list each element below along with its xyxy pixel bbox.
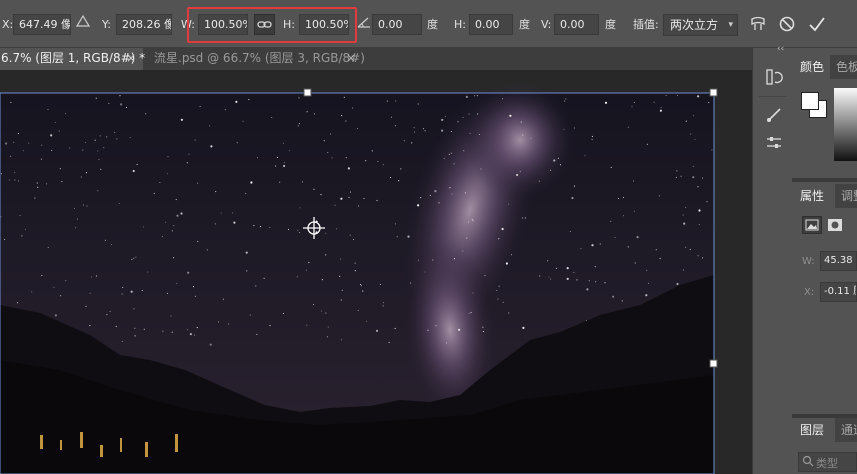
night-sky-image — [0, 80, 718, 474]
vertical-skew-input[interactable]: 0.00 — [554, 14, 599, 35]
vskew-label: V: — [541, 18, 552, 31]
layers-panel: 图层 通道 类型 — [792, 418, 857, 474]
x-position-input[interactable]: 647.49 像素 — [13, 14, 71, 35]
tab-document-2[interactable]: 流星.psd @ 66.7% (图层 3, RGB/8#) × — [143, 48, 365, 70]
brush-icon[interactable] — [765, 106, 783, 127]
interpolation-select[interactable]: 两次立方 ▾ — [663, 14, 738, 36]
angle-icon — [357, 15, 371, 35]
canvas-area[interactable] — [0, 70, 752, 474]
tab-layers[interactable]: 图层 — [792, 418, 830, 442]
props-width-input[interactable]: 45.38 厘米 — [820, 251, 857, 271]
image-icon[interactable] — [802, 216, 822, 234]
chevron-down-icon: ▾ — [728, 20, 733, 30]
tab-channels[interactable]: 通道 — [835, 418, 857, 442]
tab-swatches[interactable]: 色板 — [830, 55, 857, 79]
props-x-input[interactable]: -0.11 厘米 — [820, 282, 857, 302]
color-picker-field[interactable] — [834, 88, 857, 161]
hskew-label: H: — [454, 18, 466, 31]
foreground-swatch[interactable] — [801, 92, 819, 110]
tab-layers-label: 图层 — [800, 423, 825, 437]
layer-filter-input[interactable]: 类型 — [798, 452, 857, 472]
close-icon[interactable]: × — [126, 48, 136, 69]
x-label: X: — [2, 18, 14, 31]
color-panel: 颜色 色板 — [792, 48, 857, 178]
properties-panel: 属性 调整 W: 45.38 厘米 X: -0.11 厘米 — [792, 182, 857, 414]
interpolation-value: 两次立方 — [670, 18, 719, 32]
warp-icon[interactable] — [749, 15, 767, 36]
mask-icon[interactable] — [826, 216, 844, 237]
tab-swatches-label: 色板 — [836, 60, 857, 74]
rotation-input[interactable]: 0.00 — [372, 14, 422, 35]
triangle-icon[interactable] — [75, 14, 91, 34]
cancel-transform-icon[interactable] — [778, 15, 796, 36]
history-icon[interactable] — [765, 68, 783, 89]
close-icon[interactable]: × — [346, 48, 356, 69]
y-label: Y: — [102, 18, 111, 31]
tab-label: 6.7% (图层 1, RGB/8#) * — [1, 51, 146, 65]
tab-label: 流星.psd @ 66.7% (图层 3, RGB/8#) — [154, 51, 365, 65]
adjustments-icon[interactable] — [765, 134, 783, 155]
tab-properties[interactable]: 属性 — [792, 184, 830, 208]
props-x-label: X: — [804, 287, 815, 298]
right-panel: 颜色 色板 属性 调整 W: 45.38 厘米 X: -0.11 厘米 图层 通… — [792, 48, 857, 474]
tab-properties-label: 属性 — [800, 189, 825, 203]
props-w-label: W: — [802, 256, 815, 267]
vskew-unit: 度 — [605, 18, 616, 31]
horizontal-skew-input[interactable]: 0.00 — [469, 14, 513, 35]
document-tab-bar: 6.7% (图层 1, RGB/8#) * × 流星.psd @ 66.7% (… — [0, 48, 752, 70]
tab-adjustments[interactable]: 调整 — [835, 184, 857, 208]
tab-color[interactable]: 颜色 — [792, 55, 830, 79]
tab-channels-label: 通道 — [841, 423, 857, 437]
panel-tool-strip: ‹‹ — [752, 44, 792, 474]
commit-transform-icon[interactable] — [807, 14, 827, 37]
divider — [759, 96, 787, 97]
tab-adjustments-label: 调整 — [841, 189, 857, 203]
layer-filter-placeholder: 类型 — [816, 457, 838, 470]
interpolation-label: 插值: — [633, 18, 659, 31]
collapse-icon[interactable]: ‹‹ — [777, 44, 784, 54]
tab-color-label: 颜色 — [800, 60, 825, 74]
hskew-unit: 度 — [519, 18, 530, 31]
highlight-box — [187, 7, 357, 43]
options-bar: X: 647.49 像素 Y: 208.26 像素 W: 100.50% H: … — [0, 0, 857, 48]
rotation-unit: 度 — [427, 18, 438, 31]
tab-document-1[interactable]: 6.7% (图层 1, RGB/8#) * × — [0, 48, 146, 70]
search-icon — [802, 455, 814, 470]
y-position-input[interactable]: 208.26 像素 — [116, 14, 172, 35]
